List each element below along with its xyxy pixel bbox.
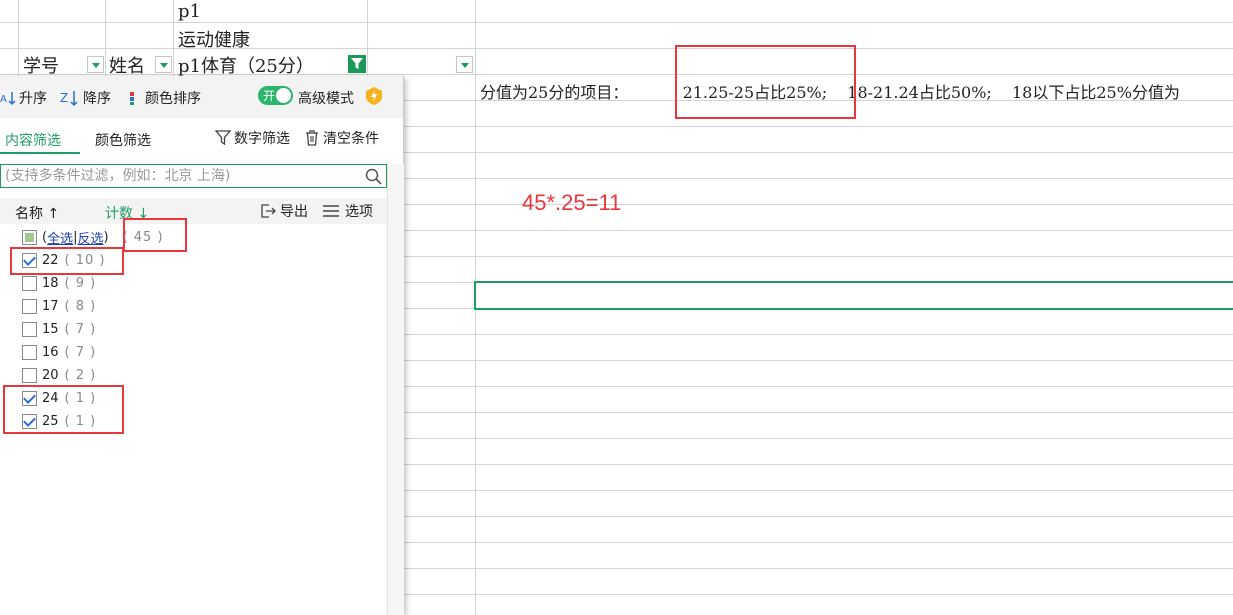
menu-icon — [323, 205, 339, 217]
color-sort-icon — [130, 92, 134, 105]
color-sort-label: 颜色排序 — [145, 91, 201, 107]
clear-conditions-button[interactable]: 清空条件 — [303, 128, 379, 148]
export-icon — [261, 204, 276, 218]
tab-color-filter[interactable]: 颜色筛选 — [95, 130, 151, 150]
filter-panel: A 升序 Z 降序 颜色排序 开 高级模式 内容筛选 颜色筛选 数字筛选 清空条… — [0, 76, 404, 615]
item-checkbox[interactable] — [22, 344, 37, 360]
filter-tabs: 内容筛选 颜色筛选 数字筛选 清空条件 — [0, 118, 403, 156]
select-all-checkbox[interactable] — [22, 229, 37, 245]
highlight-box — [123, 218, 187, 252]
options-label: 选项 — [345, 204, 373, 220]
filter-dropdown-button[interactable] — [456, 56, 473, 73]
cell-c3-pe-score[interactable]: p1体育（25分） — [178, 52, 314, 78]
cell-c2[interactable]: 运动健康 — [178, 26, 250, 52]
item-checkbox[interactable] — [22, 321, 37, 337]
list-header: 名称 ↑ 计数 ↓ 导出 选项 — [0, 198, 387, 224]
svg-text:A: A — [0, 94, 7, 105]
item-label: 18 — [42, 275, 59, 291]
color-sort-button[interactable]: 颜色排序 — [128, 88, 201, 108]
vertical-scrollbar[interactable] — [387, 164, 404, 615]
annotation-text: 45*.25=11 — [522, 190, 622, 215]
active-filter-icon[interactable] — [348, 55, 366, 73]
item-count: ( 8 ) — [64, 298, 97, 314]
list-item[interactable]: 18 ( 9 ) — [22, 273, 96, 293]
arrow-up-icon: ↑ — [47, 206, 60, 222]
name-column-label: 名称 — [15, 206, 43, 222]
trash-icon — [306, 130, 318, 146]
invert-selection-link[interactable]: 反选 — [77, 228, 103, 247]
filter-dropdown-button[interactable] — [155, 56, 172, 73]
number-filter-button[interactable]: 数字筛选 — [214, 128, 290, 148]
sort-descending-button[interactable]: Z 降序 — [60, 88, 111, 108]
cell-a3-student-id[interactable]: 学号 — [23, 52, 59, 78]
select-all-link[interactable]: 全选 — [47, 228, 73, 247]
row-line — [0, 22, 1233, 23]
cell-c1[interactable]: p1 — [178, 1, 201, 22]
options-button[interactable]: 选项 — [322, 201, 373, 221]
clear-conditions-label: 清空条件 — [323, 131, 379, 147]
filter-dropdown-button[interactable] — [87, 56, 104, 73]
list-item[interactable]: 16 ( 7 ) — [22, 342, 96, 362]
item-checkbox[interactable] — [22, 275, 37, 291]
list-item[interactable]: 17 ( 8 ) — [22, 296, 96, 316]
cell-b3-name[interactable]: 姓名 — [109, 52, 145, 78]
advanced-mode-toggle[interactable]: 开 — [258, 86, 293, 105]
item-label: 20 — [42, 367, 59, 383]
active-tab-underline — [0, 152, 80, 154]
sort-toolbar: A 升序 Z 降序 颜色排序 开 高级模式 — [0, 76, 403, 118]
funnel-icon — [214, 130, 232, 146]
item-checkbox[interactable] — [22, 367, 37, 383]
number-filter-label: 数字筛选 — [234, 131, 290, 147]
sort-by-name-button[interactable]: 名称 ↑ — [15, 203, 59, 223]
lightning-badge-icon — [366, 87, 382, 105]
sort-ascending-label: 升序 — [19, 91, 47, 107]
item-label: 17 — [42, 298, 59, 314]
export-label: 导出 — [280, 204, 308, 220]
search-box — [0, 164, 387, 188]
advanced-mode-label: 高级模式 — [298, 91, 354, 107]
search-input[interactable] — [5, 167, 355, 185]
item-label: 16 — [42, 344, 59, 360]
list-item[interactable]: 15 ( 7 ) — [22, 319, 96, 339]
export-button[interactable]: 导出 — [259, 201, 308, 221]
sort-ascending-button[interactable]: A 升序 — [0, 88, 47, 108]
col-line — [367, 0, 368, 76]
highlight-box — [10, 247, 124, 275]
sort-ascending-icon: A — [0, 92, 16, 106]
item-count: ( 7 ) — [64, 321, 97, 337]
item-count: ( 7 ) — [64, 344, 97, 360]
note-range-mid: 18-21.24占比50%; — [847, 83, 992, 102]
item-count: ( 9 ) — [64, 275, 97, 291]
item-checkbox[interactable] — [22, 298, 37, 314]
col-line — [18, 0, 19, 76]
col-line — [105, 0, 106, 76]
item-label: 15 — [42, 321, 59, 337]
item-count: ( 2 ) — [64, 367, 97, 383]
toggle-on-label: 开 — [263, 89, 276, 103]
note-prefix: 分值为25分的项目： — [480, 83, 629, 102]
svg-text:Z: Z — [60, 91, 68, 105]
highlight-box — [3, 385, 124, 434]
note-range-low: 18以下占比25%分值为 — [1012, 83, 1180, 102]
list-item[interactable]: 20 ( 2 ) — [22, 365, 96, 385]
selected-cell[interactable] — [474, 281, 1233, 310]
highlight-box — [675, 45, 856, 119]
search-icon[interactable] — [365, 168, 382, 185]
sort-descending-label: 降序 — [83, 91, 111, 107]
sort-descending-icon: Z — [60, 91, 78, 107]
select-all-paren-close: ) — [103, 229, 109, 245]
col-line — [173, 0, 174, 76]
tab-content-filter[interactable]: 内容筛选 — [5, 130, 61, 150]
